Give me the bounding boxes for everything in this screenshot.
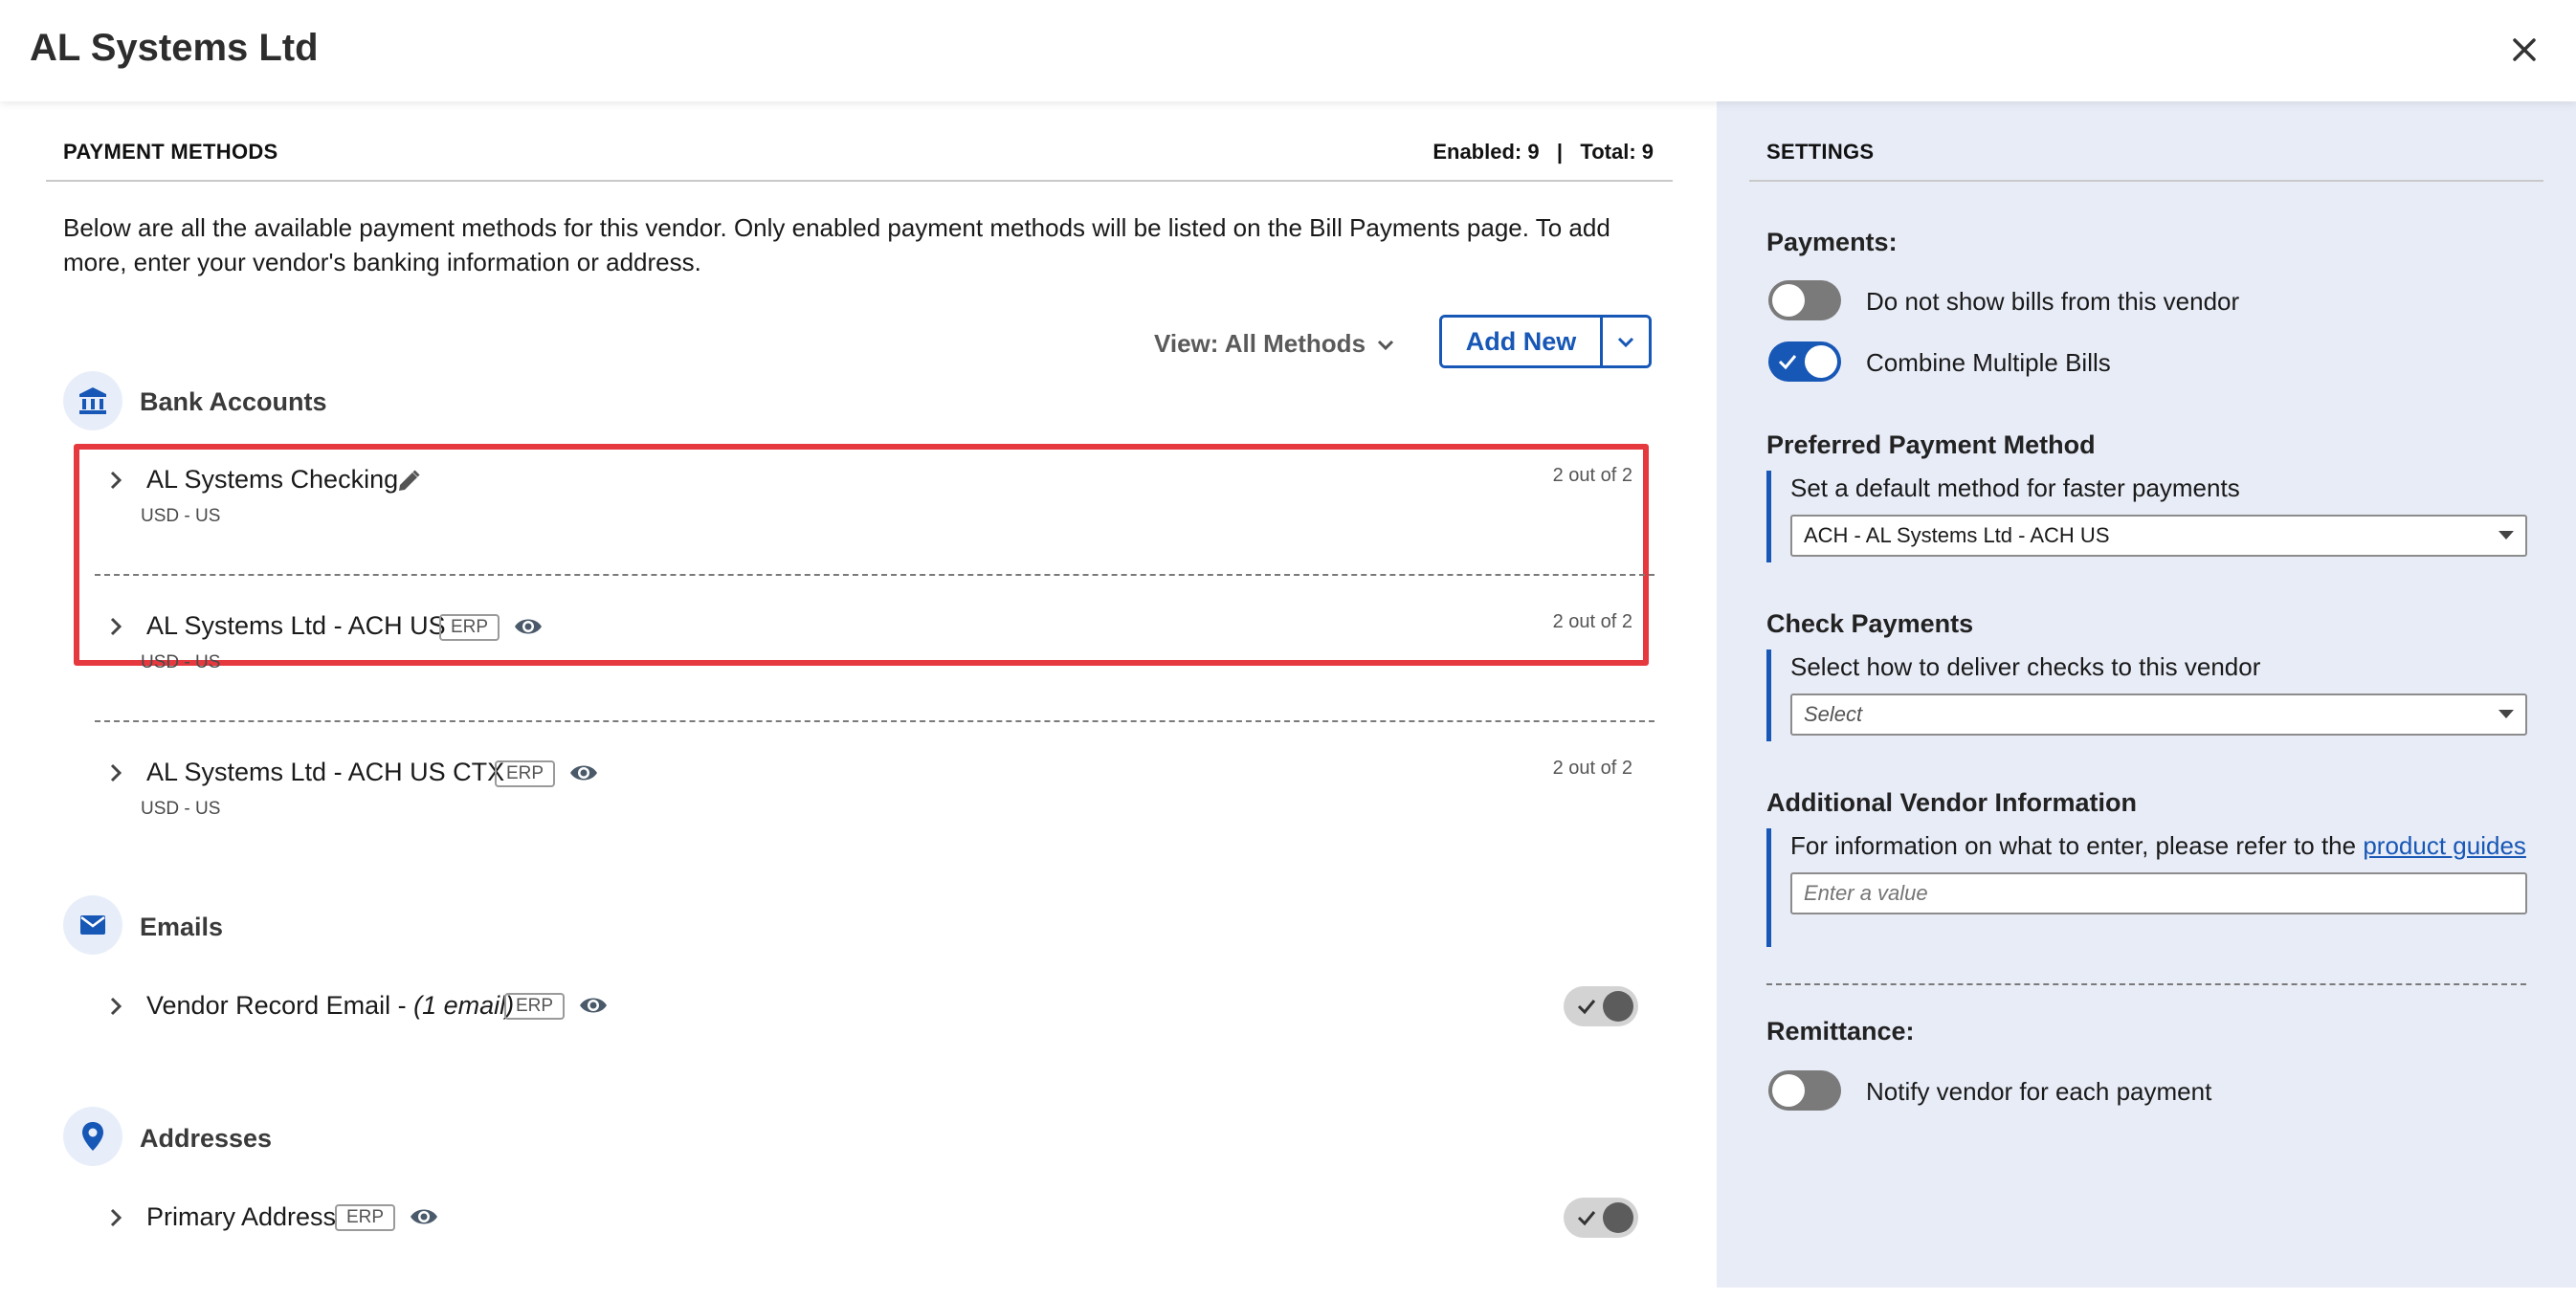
check-payments-block — [1766, 650, 1771, 741]
bank-account-currency: USD - US — [141, 506, 221, 526]
notify-vendor-label: Notify vendor for each payment — [1866, 1077, 2212, 1106]
toggle-knob — [1772, 284, 1805, 317]
toggle-knob — [1603, 1202, 1633, 1233]
eye-icon[interactable] — [568, 761, 599, 784]
notify-vendor-toggle[interactable] — [1768, 1070, 1841, 1111]
eye-icon[interactable] — [513, 615, 544, 638]
vendor-title: AL Systems Ltd — [30, 27, 319, 69]
bank-account-count: 2 out of 2 — [1552, 611, 1632, 632]
settings-heading: SETTINGS — [1766, 140, 1875, 164]
hide-bills-label: Do not show bills from this vendor — [1866, 287, 2240, 316]
additional-info-help-text: For information on what to enter, please… — [1790, 831, 2364, 860]
chevron-down-icon — [1617, 337, 1634, 348]
bank-account-name[interactable]: AL Systems Ltd - ACH US CTX — [146, 758, 504, 787]
payment-methods-heading: PAYMENT METHODS — [63, 140, 278, 164]
addresses-label: Addresses — [140, 1124, 273, 1153]
toggle-knob — [1805, 345, 1837, 378]
check-delivery-select[interactable]: Select — [1790, 694, 2527, 736]
bank-icon — [63, 371, 122, 430]
mail-icon — [63, 895, 122, 955]
enabled-total-counts: Enabled: 9 | Total: 9 — [1432, 140, 1654, 164]
additional-info-input[interactable] — [1790, 872, 2527, 914]
bank-account-name[interactable]: AL Systems Checking — [146, 465, 398, 495]
address-name[interactable]: Primary Address — [146, 1202, 336, 1232]
bank-account-count: 2 out of 2 — [1552, 465, 1632, 486]
bank-account-count: 2 out of 2 — [1552, 758, 1632, 779]
preferred-method-label: Preferred Payment Method — [1766, 430, 2096, 459]
expand-chevron-icon[interactable] — [102, 993, 129, 1020]
address-enabled-toggle[interactable] — [1564, 1198, 1638, 1238]
modal-header: AL Systems Ltd — [0, 0, 2576, 101]
payment-methods-description: Below are all the available payment meth… — [63, 213, 1610, 276]
preferred-method-block — [1766, 471, 1771, 562]
view-filter-label: View: All Methods — [1154, 329, 1366, 358]
payment-methods-panel: PAYMENT METHODS Enabled: 9 | Total: 9 Be… — [0, 101, 1717, 1299]
erp-badge: ERP — [439, 614, 500, 641]
preferred-method-select[interactable]: ACH - AL Systems Ltd - ACH US — [1790, 515, 2527, 557]
divider — [95, 574, 1654, 576]
checkmark-icon — [1577, 1211, 1596, 1226]
bank-account-currency: USD - US — [141, 652, 221, 672]
expand-chevron-icon[interactable] — [102, 760, 129, 786]
add-new-dropdown-button[interactable] — [1603, 318, 1649, 365]
combine-bills-label: Combine Multiple Bills — [1866, 348, 2111, 377]
toggle-knob — [1772, 1074, 1805, 1107]
toggle-knob — [1603, 991, 1633, 1022]
product-guides-link[interactable]: product guides — [2363, 831, 2526, 860]
checkmark-icon — [1778, 355, 1797, 370]
chevron-down-icon — [1377, 340, 1394, 350]
expand-chevron-icon[interactable] — [102, 1204, 129, 1231]
check-payments-label: Check Payments — [1766, 609, 1974, 638]
hide-bills-toggle[interactable] — [1768, 280, 1841, 320]
email-method-name[interactable]: Vendor Record Email - (1 email) — [146, 991, 514, 1021]
divider — [46, 180, 1673, 182]
payments-label: Payments: — [1766, 228, 1898, 256]
expand-chevron-icon[interactable] — [102, 467, 129, 494]
divider — [1749, 180, 2543, 182]
email-count: (1 email) — [413, 991, 515, 1020]
email-enabled-toggle[interactable] — [1564, 986, 1638, 1026]
remittance-label: Remittance: — [1766, 1017, 1915, 1046]
pencil-edit-icon[interactable] — [395, 468, 422, 495]
preferred-method-value: ACH - AL Systems Ltd - ACH US — [1804, 523, 2110, 547]
view-filter-dropdown[interactable]: View: All Methods — [1154, 329, 1396, 359]
bank-account-currency: USD - US — [141, 799, 221, 819]
eye-icon[interactable] — [578, 994, 609, 1017]
eye-icon[interactable] — [409, 1205, 439, 1228]
additional-info-label: Additional Vendor Information — [1766, 788, 2137, 817]
close-icon[interactable] — [2501, 27, 2547, 73]
add-new-button[interactable]: Add New — [1442, 318, 1603, 365]
caret-down-icon — [2498, 710, 2514, 718]
additional-info-help: For information on what to enter, please… — [1790, 831, 2526, 861]
check-delivery-placeholder: Select — [1804, 702, 1863, 726]
additional-info-block — [1766, 828, 1771, 947]
checkmark-icon — [1577, 1000, 1596, 1015]
preferred-method-help: Set a default method for faster payments — [1790, 473, 2240, 502]
location-pin-icon — [63, 1107, 122, 1166]
emails-label: Emails — [140, 913, 224, 941]
bank-account-name[interactable]: AL Systems Ltd - ACH US — [146, 611, 446, 641]
expand-chevron-icon[interactable] — [102, 613, 129, 640]
combine-bills-toggle[interactable] — [1768, 341, 1841, 382]
divider — [1766, 983, 2526, 985]
erp-badge: ERP — [495, 760, 556, 787]
check-payments-help: Select how to deliver checks to this ven… — [1790, 652, 2261, 681]
caret-down-icon — [2498, 531, 2514, 539]
erp-badge: ERP — [335, 1204, 396, 1231]
bank-accounts-label: Bank Accounts — [140, 387, 327, 416]
erp-badge: ERP — [504, 993, 566, 1020]
email-method-label: Vendor Record Email - — [146, 991, 414, 1020]
divider — [95, 720, 1654, 722]
add-new-split-button: Add New — [1439, 315, 1652, 368]
